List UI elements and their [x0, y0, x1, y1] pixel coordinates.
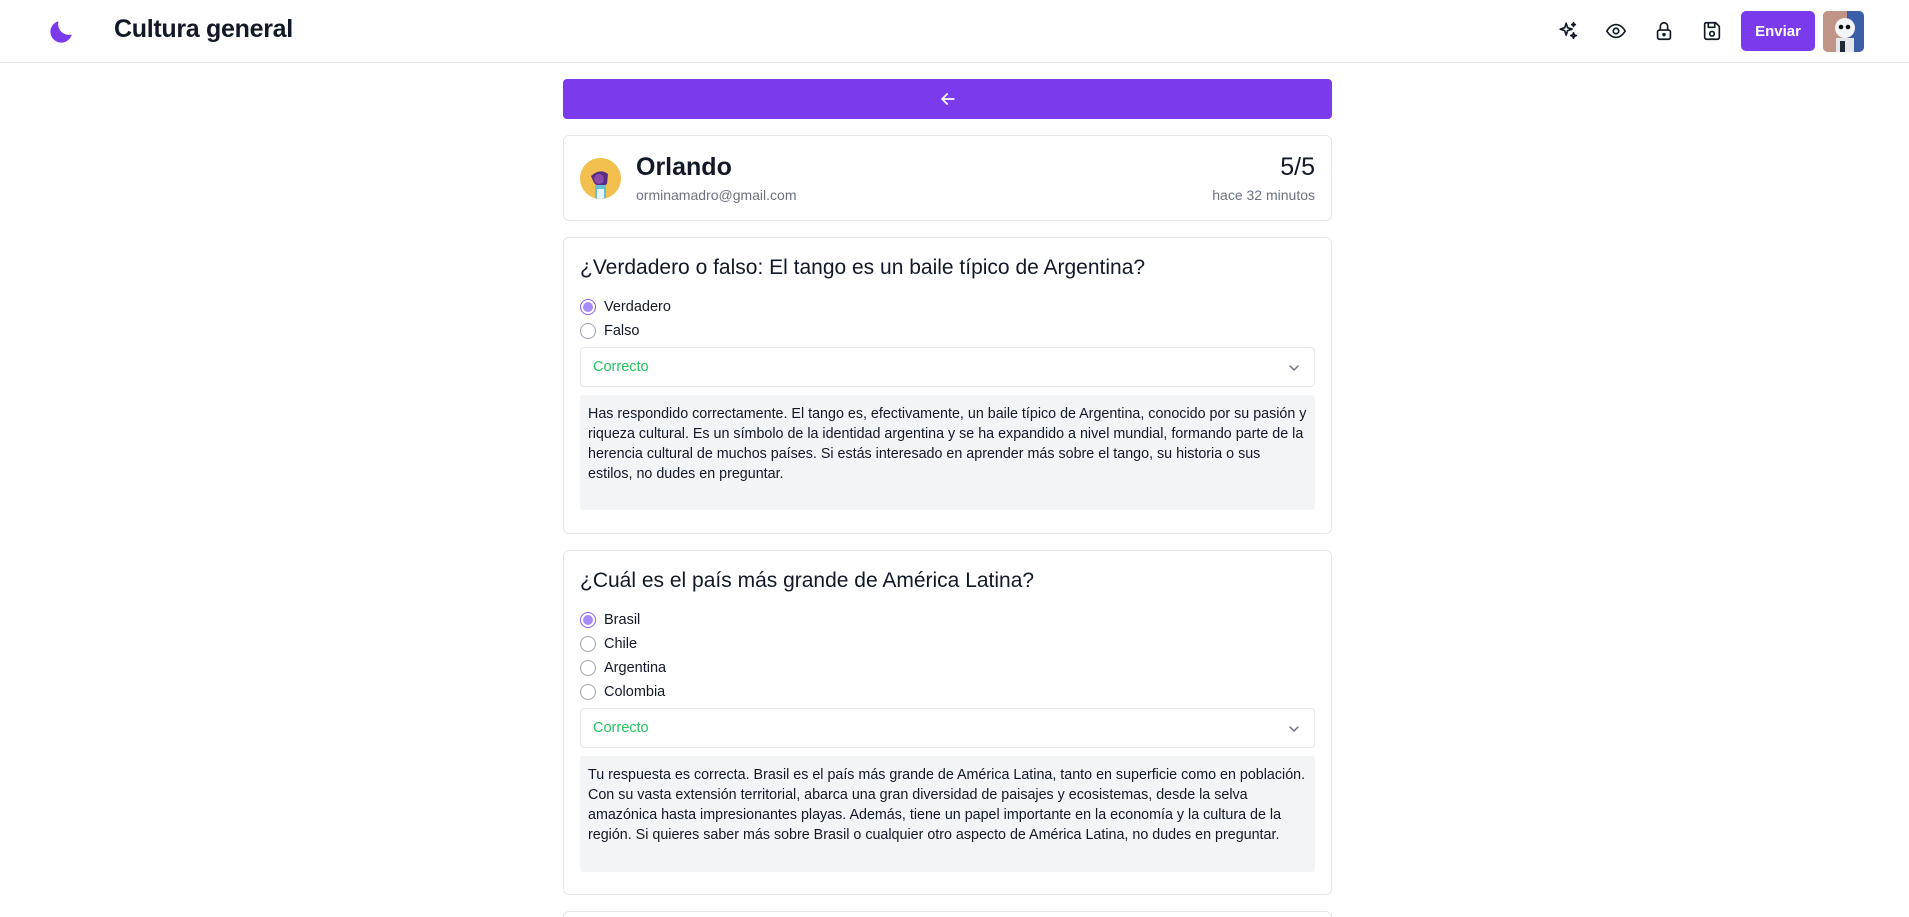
question-title: ¿Cuál es el país más grande de América L… [580, 569, 1035, 592]
user-email: orminamadro@gmail.com [636, 187, 797, 203]
submission-card: Orlando orminamadro@gmail.com 5/5 hace 3… [563, 135, 1332, 221]
user-avatar[interactable] [1823, 11, 1864, 52]
option-radio[interactable]: Falso [580, 321, 639, 341]
question-card: ¿Verdadero o falso: El tango es un baile… [563, 237, 1332, 534]
result-dropdown[interactable]: Correcto [580, 347, 1315, 387]
option-label: Verdadero [604, 299, 671, 315]
chevron-down-icon [1289, 726, 1299, 732]
result-dropdown[interactable]: Correcto [580, 708, 1315, 748]
top-bar: Cultura general Enviar [0, 0, 1909, 63]
option-radio[interactable]: Verdadero [580, 297, 671, 317]
option-label: Brasil [604, 612, 641, 628]
radio-button[interactable] [580, 636, 596, 652]
result-value: Correcto [593, 359, 649, 375]
radio-button[interactable] [580, 660, 596, 676]
radio-button[interactable] [580, 323, 596, 339]
lock-icon[interactable] [1652, 19, 1676, 43]
user-name: Orlando [636, 153, 732, 181]
timestamp: hace 32 minutos [1212, 187, 1315, 203]
feedback-text: Has respondido correctamente. El tango e… [580, 395, 1315, 510]
arrow-left-icon [940, 93, 955, 105]
score: 5/5 [1280, 153, 1315, 181]
question-card: ¿Cuál es el país más grande de América L… [563, 550, 1332, 895]
send-button[interactable]: Enviar [1741, 11, 1815, 51]
result-value: Correcto [593, 720, 649, 736]
radio-button[interactable] [580, 684, 596, 700]
option-label: Falso [604, 323, 640, 339]
save-icon[interactable] [1700, 19, 1724, 43]
question-card [563, 911, 1332, 917]
page-title: Cultura general [114, 15, 293, 43]
radio-button[interactable] [580, 612, 596, 628]
back-button[interactable] [563, 79, 1332, 119]
feedback-text: Tu respuesta es correcta. Brasil es el p… [580, 756, 1315, 872]
sparkles-icon[interactable] [1556, 19, 1580, 43]
eye-icon[interactable] [1604, 19, 1628, 43]
question-title: ¿Verdadero o falso: El tango es un baile… [580, 256, 1146, 279]
option-label: Colombia [604, 684, 666, 700]
avatar [580, 158, 621, 199]
chevron-down-icon [1289, 365, 1299, 371]
option-radio[interactable]: Brasil [580, 610, 640, 630]
option-radio[interactable]: Colombia [580, 682, 665, 702]
option-label: Chile [604, 636, 638, 652]
option-radio[interactable]: Argentina [580, 658, 666, 678]
radio-button[interactable] [580, 299, 596, 315]
moon-logo-icon[interactable] [47, 17, 76, 46]
option-radio[interactable]: Chile [580, 634, 637, 654]
option-label: Argentina [604, 660, 667, 676]
